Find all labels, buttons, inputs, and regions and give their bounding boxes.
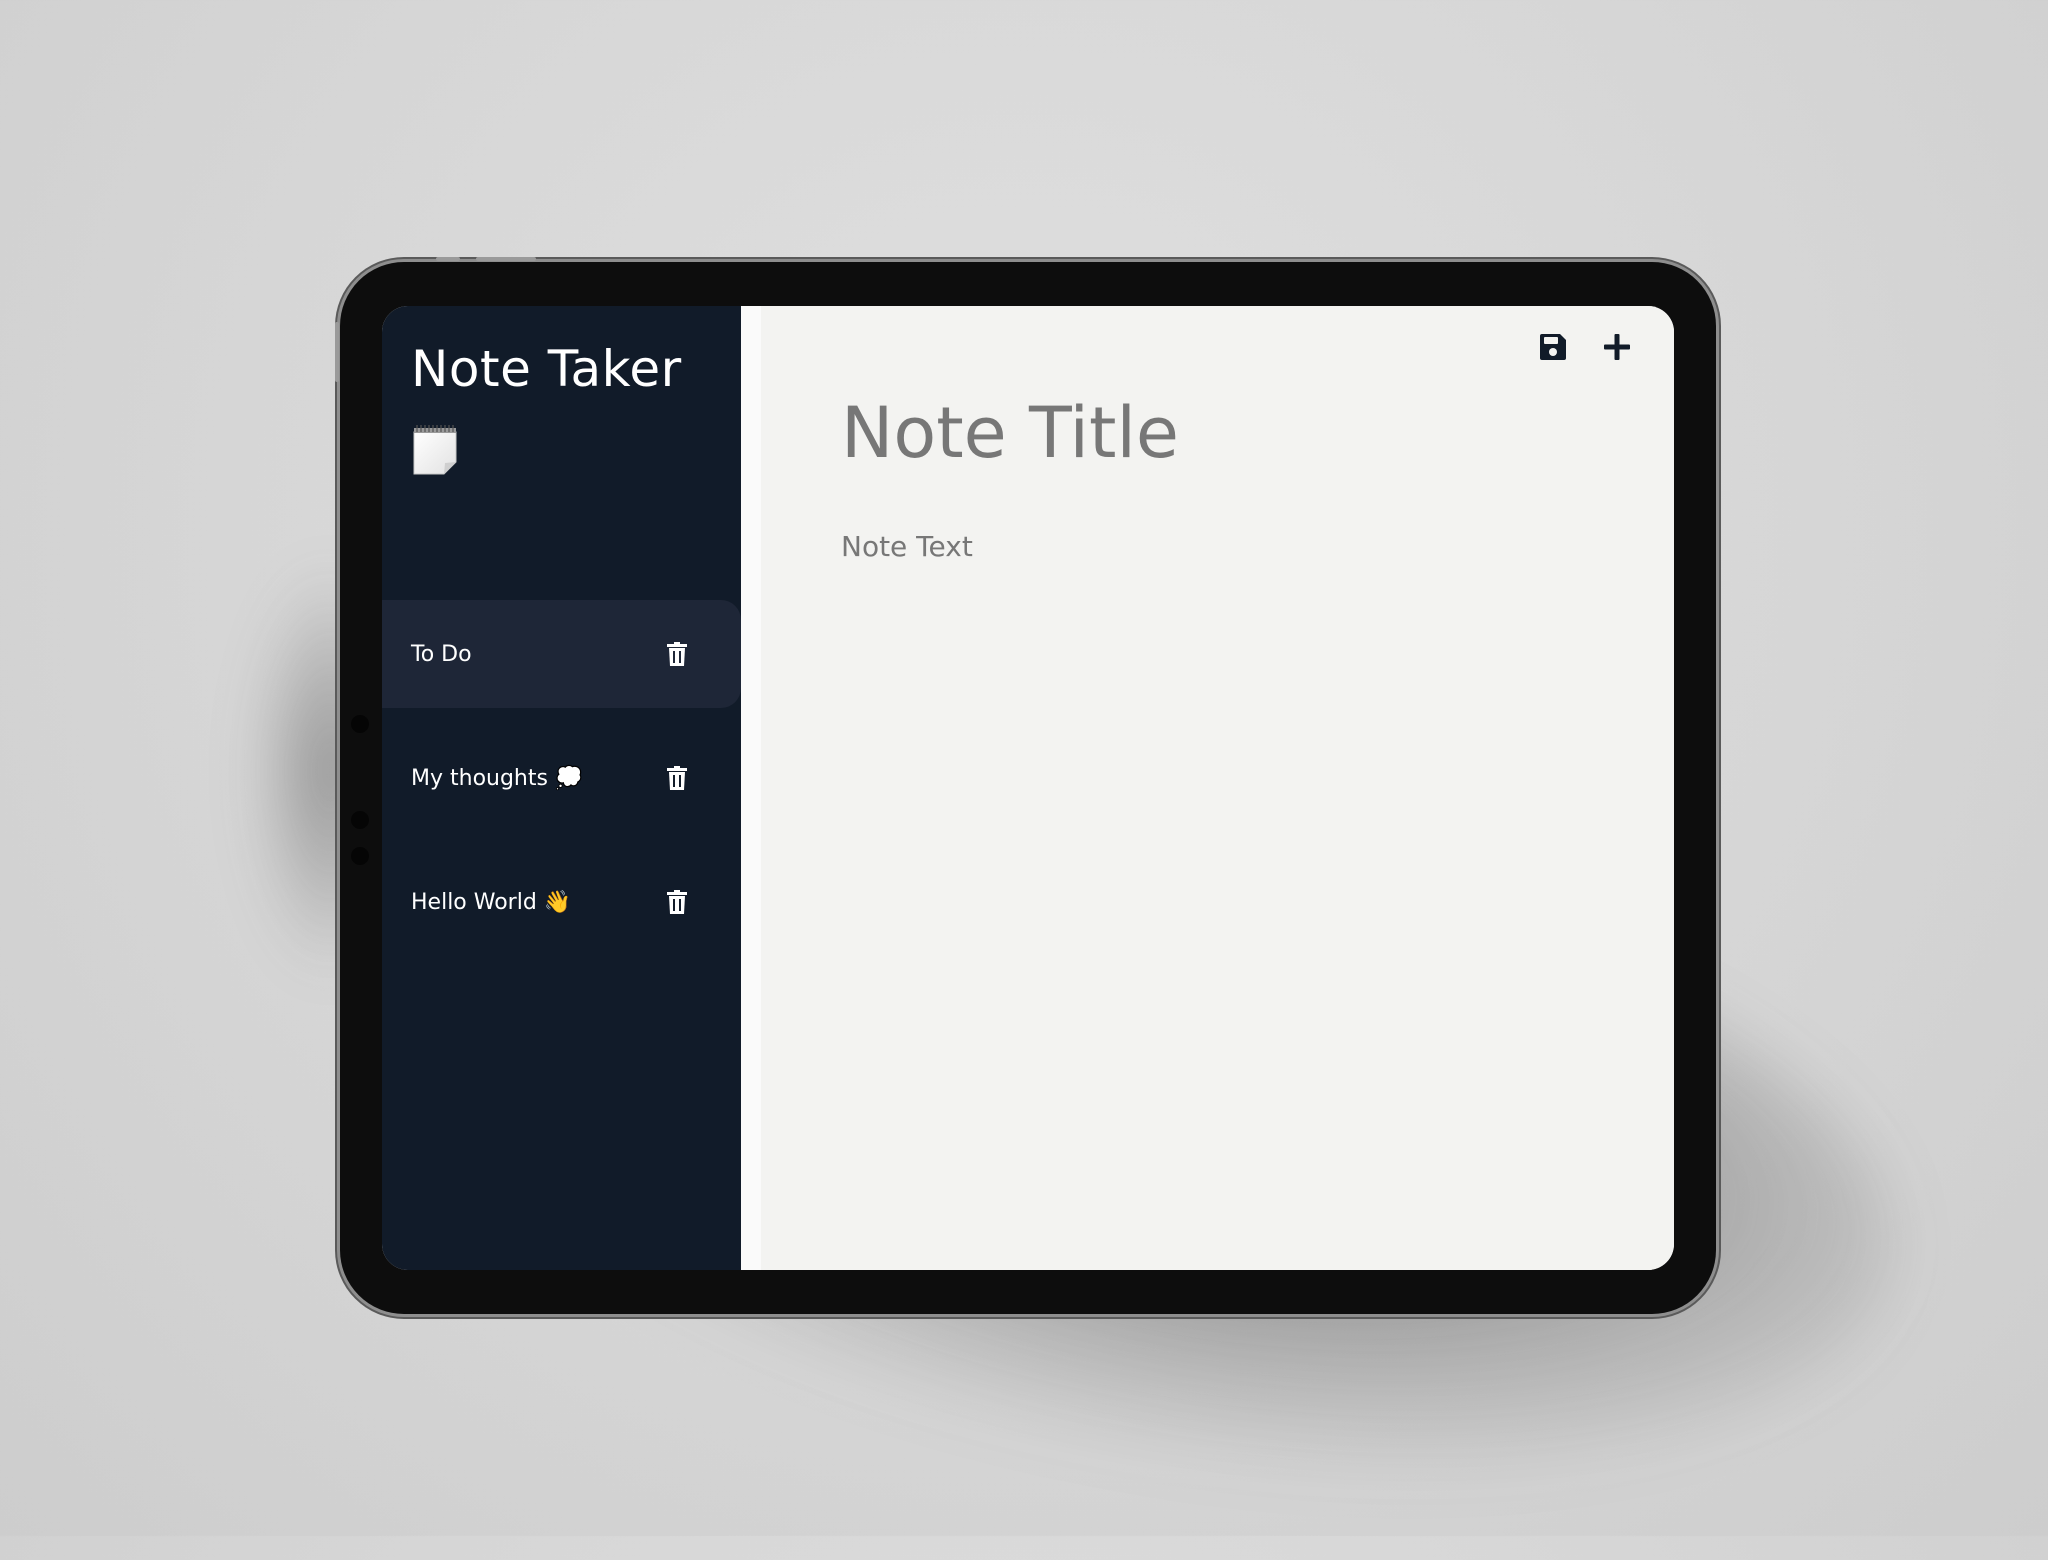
tablet-top-button-1 <box>436 257 460 261</box>
note-item-to-do[interactable]: To Do <box>382 600 741 708</box>
plus-icon[interactable] <box>1602 332 1632 362</box>
tablet-camera-dot-2 <box>351 811 369 829</box>
note-item-my-thoughts[interactable]: My thoughts 💭 <box>382 724 741 832</box>
tablet-camera-dot-3 <box>351 847 369 865</box>
trash-icon[interactable] <box>666 766 688 790</box>
note-item-label: To Do <box>411 641 472 667</box>
note-text-input[interactable] <box>841 530 1641 1030</box>
app-title: Note Taker <box>411 340 682 398</box>
note-item-label: Hello World 👋 <box>411 889 572 915</box>
save-icon[interactable] <box>1538 332 1568 362</box>
tablet-camera-dot-1 <box>351 715 369 733</box>
editor-toolbar <box>1538 332 1632 362</box>
note-item-label: My thoughts 💭 <box>411 765 583 791</box>
sidebar: Note Taker To Do My thoughts 💭 Hello Wor… <box>382 306 741 1270</box>
note-title-input[interactable] <box>841 392 1641 474</box>
note-editor <box>761 306 1674 1270</box>
note-item-hello-world[interactable]: Hello World 👋 <box>382 848 741 956</box>
tablet-top-button-2 <box>476 257 536 261</box>
trash-icon[interactable] <box>666 642 688 666</box>
trash-icon[interactable] <box>666 890 688 914</box>
notepad-icon <box>413 425 457 475</box>
panel-divider <box>741 306 761 1270</box>
tablet-screen: Note Taker To Do My thoughts 💭 Hello Wor… <box>382 306 1674 1270</box>
tablet-frame: Note Taker To Do My thoughts 💭 Hello Wor… <box>335 257 1716 1314</box>
tablet-side-button <box>335 322 339 382</box>
note-list: To Do My thoughts 💭 Hello World 👋 <box>382 600 741 972</box>
